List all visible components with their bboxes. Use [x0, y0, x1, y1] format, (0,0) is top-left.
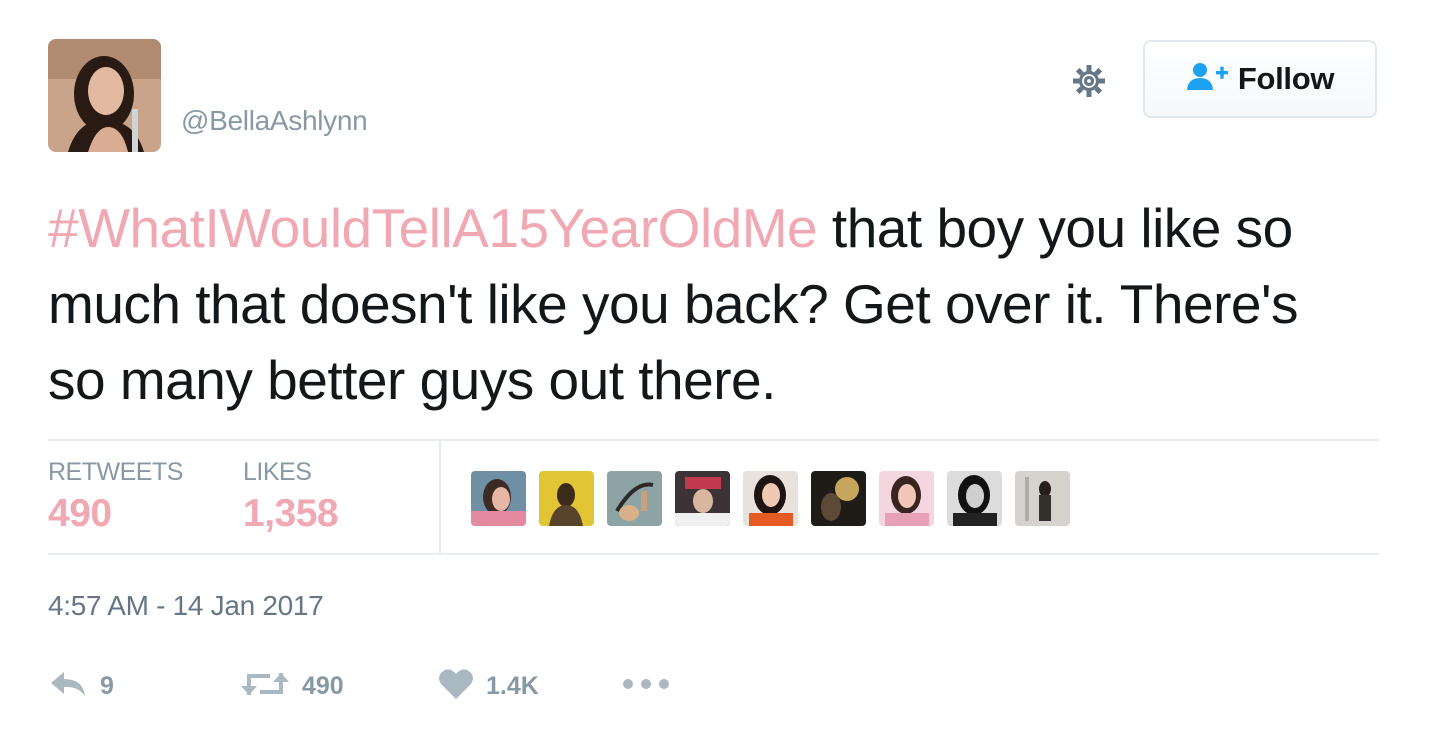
- liker-avatar[interactable]: [675, 471, 730, 526]
- add-user-icon: [1186, 61, 1230, 98]
- liker-avatar[interactable]: [607, 471, 662, 526]
- stats-top-divider: [48, 439, 1379, 441]
- liker-avatar[interactable]: [743, 471, 798, 526]
- like-count: 1.4K: [486, 671, 539, 700]
- tweet-timestamp[interactable]: 4:57 AM - 14 Jan 2017: [48, 590, 324, 622]
- more-options-button[interactable]: [622, 663, 670, 709]
- retweets-label[interactable]: RETWEETS: [48, 458, 183, 487]
- follow-label: Follow: [1237, 61, 1335, 96]
- heart-icon: [438, 668, 474, 705]
- avatar[interactable]: [48, 39, 161, 152]
- liker-avatar[interactable]: [947, 471, 1002, 526]
- retweets-count[interactable]: 490: [48, 492, 112, 536]
- reply-count: 9: [100, 671, 114, 700]
- gear-icon[interactable]: [1066, 58, 1112, 104]
- like-button[interactable]: 1.4K: [438, 663, 539, 709]
- follow-button[interactable]: Follow: [1143, 40, 1377, 118]
- liker-avatars: [471, 471, 1070, 526]
- more-dots-icon: [622, 677, 670, 695]
- reply-button[interactable]: 9: [48, 663, 114, 709]
- reply-icon: [48, 669, 88, 704]
- liker-avatar[interactable]: [811, 471, 866, 526]
- likes-label[interactable]: LIKES: [243, 458, 312, 487]
- liker-avatar[interactable]: [539, 471, 594, 526]
- liker-avatar[interactable]: [879, 471, 934, 526]
- retweet-icon: [240, 669, 290, 704]
- liker-avatar[interactable]: [1015, 471, 1070, 526]
- user-handle[interactable]: @BellaAshlynn: [181, 105, 368, 137]
- likes-count[interactable]: 1,358: [243, 492, 339, 536]
- hashtag-link[interactable]: #WhatIWouldTellA15YearOldMe: [48, 197, 818, 259]
- stats-bottom-divider: [48, 553, 1379, 555]
- stats-separator: [439, 441, 441, 555]
- retweet-button[interactable]: 490: [240, 663, 344, 709]
- liker-avatar[interactable]: [471, 471, 526, 526]
- retweet-count: 490: [302, 671, 344, 700]
- tweet-text: #WhatIWouldTellA15YearOldMe that boy you…: [48, 190, 1368, 418]
